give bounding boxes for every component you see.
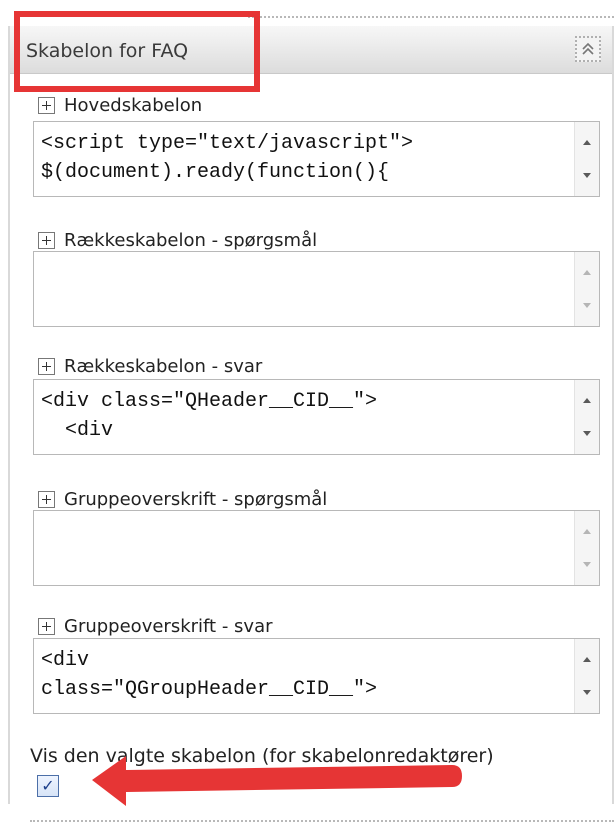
editor-scrollbar[interactable] bbox=[574, 122, 599, 196]
code-content[interactable]: <script type="text/javascript"> $(docume… bbox=[41, 129, 561, 187]
scroll-up-arrow-icon[interactable] bbox=[583, 270, 591, 275]
expand-plus-icon[interactable] bbox=[38, 97, 55, 114]
scroll-up-arrow-icon[interactable] bbox=[583, 657, 591, 662]
scroll-down-arrow-icon[interactable] bbox=[583, 690, 591, 695]
expand-plus-icon[interactable] bbox=[38, 232, 55, 249]
editor-scrollbar[interactable] bbox=[574, 380, 599, 454]
raekkeskabelon-svar-editor[interactable]: <div class="QHeader__CID__"> <div bbox=[33, 379, 600, 455]
code-line: $(document).ready(function(){ bbox=[41, 161, 390, 184]
section-raekkeskabelon-spoergsmaal-header[interactable]: Rækkeskabelon - spørgsmål bbox=[38, 230, 317, 251]
section-label: Rækkeskabelon - spørgsmål bbox=[64, 230, 318, 251]
scroll-up-arrow-icon[interactable] bbox=[583, 529, 591, 534]
scroll-down-arrow-icon[interactable] bbox=[583, 431, 591, 436]
hovedskabelon-editor[interactable]: <script type="text/javascript"> $(docume… bbox=[33, 121, 600, 197]
scroll-down-arrow-icon[interactable] bbox=[583, 303, 591, 308]
panel-header: Skabelon for FAQ bbox=[10, 26, 612, 74]
red-arrow-annotation bbox=[92, 756, 462, 806]
expand-plus-icon[interactable] bbox=[38, 358, 55, 375]
editor-scrollbar[interactable] bbox=[574, 639, 599, 713]
section-gruppeoverskrift-svar-header[interactable]: Gruppeoverskrift - svar bbox=[38, 616, 273, 637]
section-gruppeoverskrift-spoergsmaal-header[interactable]: Gruppeoverskrift - spørgsmål bbox=[38, 489, 327, 510]
collapse-button[interactable] bbox=[575, 36, 601, 62]
section-label: Rækkeskabelon - svar bbox=[64, 356, 263, 377]
panel-title: Skabelon for FAQ bbox=[26, 40, 189, 62]
gruppeoverskrift-spoergsmaal-editor[interactable] bbox=[33, 510, 600, 586]
section-label: Hovedskabelon bbox=[64, 95, 203, 116]
code-content[interactable]: <div class="QHeader__CID__"> <div bbox=[41, 387, 561, 445]
raekkeskabelon-spoergsmaal-editor[interactable] bbox=[33, 251, 600, 327]
scroll-up-arrow-icon[interactable] bbox=[583, 140, 591, 145]
expand-plus-icon[interactable] bbox=[38, 618, 55, 635]
code-line: <script type="text/javascript"> bbox=[41, 132, 414, 155]
bottom-dotted-divider bbox=[30, 820, 614, 822]
code-content[interactable]: <div class="QGroupHeader__CID__"> bbox=[41, 646, 561, 704]
section-hovedskabelon-header[interactable]: Hovedskabelon bbox=[38, 95, 202, 116]
editor-scrollbar[interactable] bbox=[574, 511, 599, 585]
scroll-up-arrow-icon[interactable] bbox=[583, 398, 591, 403]
section-raekkeskabelon-svar-header[interactable]: Rækkeskabelon - svar bbox=[38, 356, 262, 377]
top-dotted-divider bbox=[248, 16, 614, 18]
code-line: <div bbox=[41, 649, 90, 672]
double-chevron-up-icon bbox=[582, 42, 594, 55]
code-line: class="QGroupHeader__CID__"> bbox=[41, 678, 378, 701]
expand-plus-icon[interactable] bbox=[38, 491, 55, 508]
checkmark-icon: ✓ bbox=[41, 776, 55, 795]
section-label: Gruppeoverskrift - spørgsmål bbox=[64, 489, 328, 510]
code-line: <div bbox=[41, 419, 114, 442]
scroll-down-arrow-icon[interactable] bbox=[583, 173, 591, 178]
show-selected-template-checkbox[interactable]: ✓ bbox=[37, 775, 59, 797]
scroll-down-arrow-icon[interactable] bbox=[583, 562, 591, 567]
gruppeoverskrift-svar-editor[interactable]: <div class="QGroupHeader__CID__"> bbox=[33, 638, 600, 714]
section-label: Gruppeoverskrift - svar bbox=[64, 616, 273, 637]
code-line: <div class="QHeader__CID__"> bbox=[41, 390, 378, 413]
editor-scrollbar[interactable] bbox=[574, 252, 599, 326]
faq-template-settings: Skabelon for FAQ Hovedskabelon <script t… bbox=[0, 0, 614, 835]
